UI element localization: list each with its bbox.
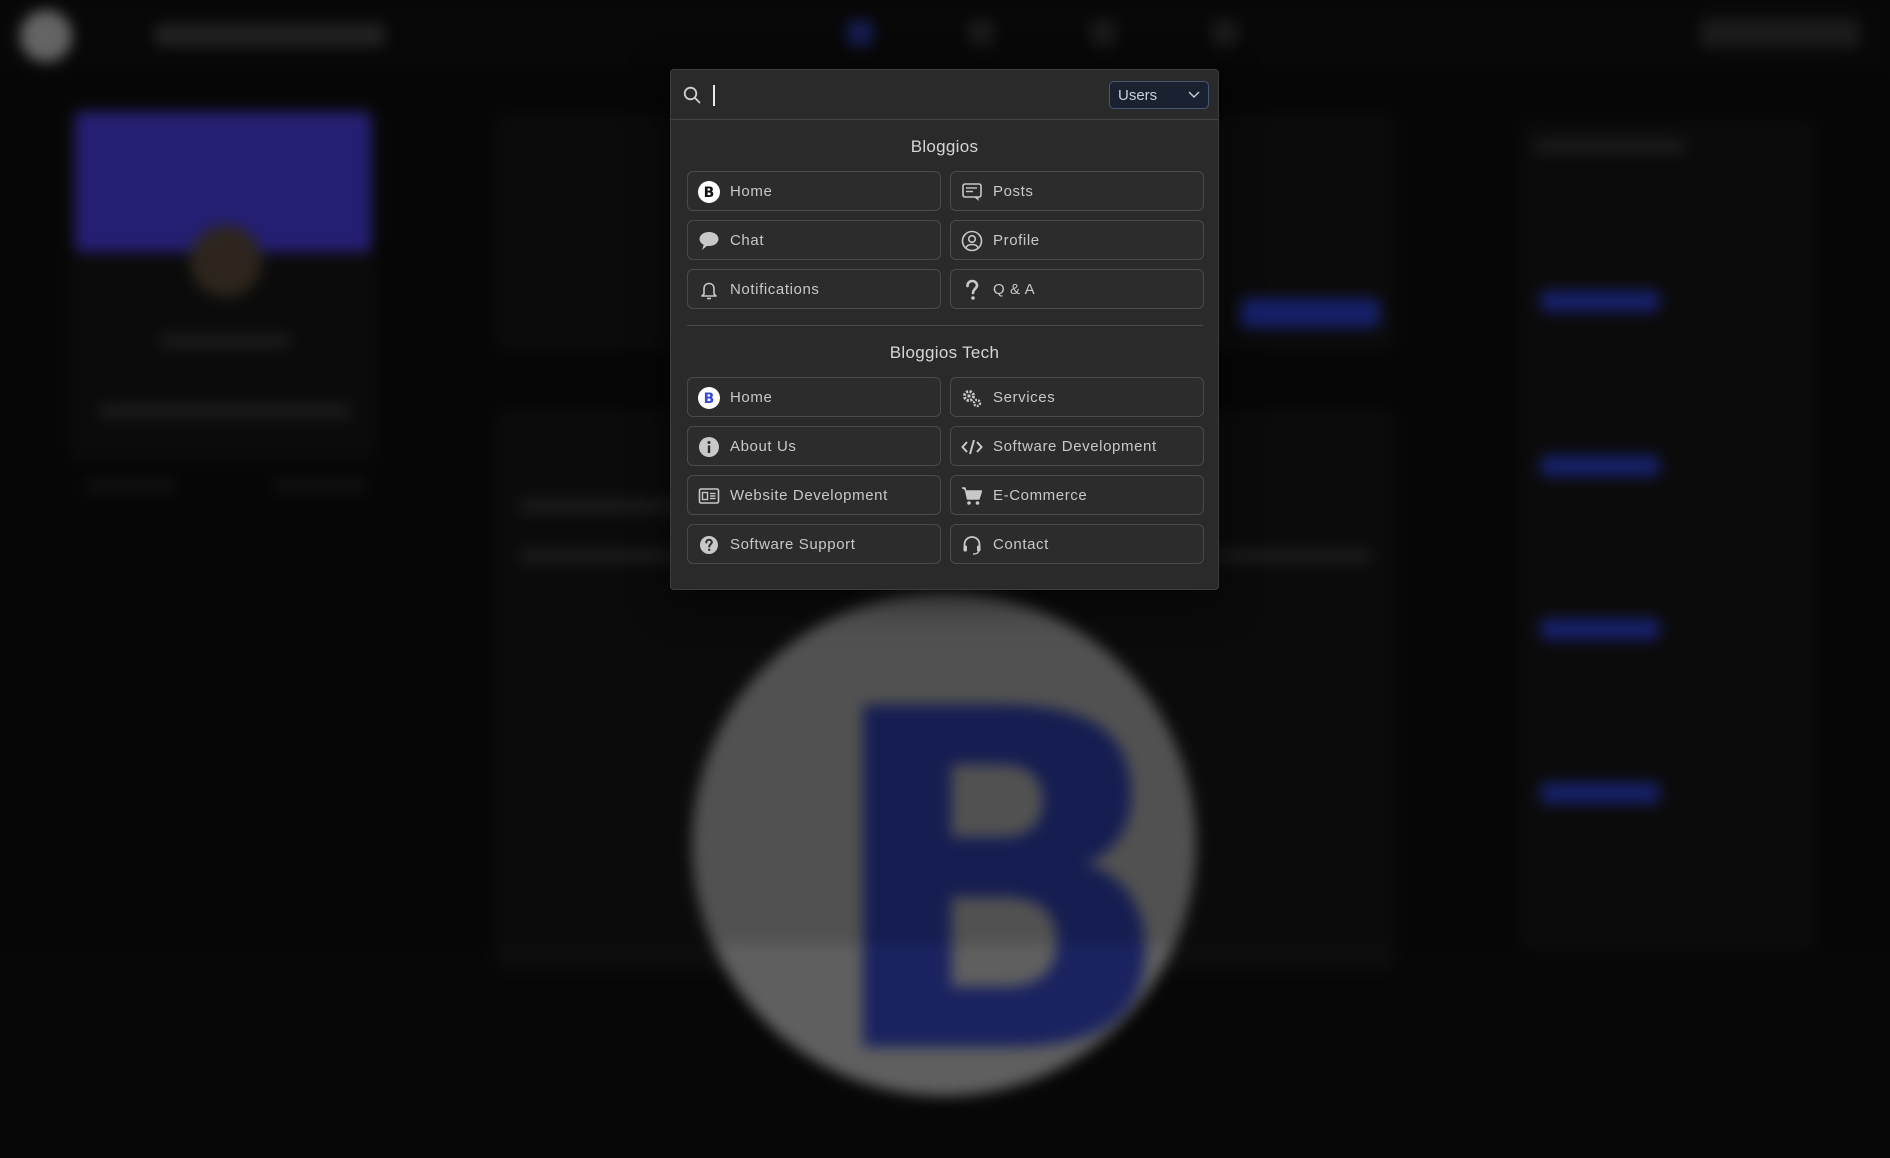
question-circle-icon — [700, 536, 718, 554]
user-circle-icon — [961, 230, 983, 252]
info-icon — [699, 437, 719, 457]
link-tech-home[interactable]: B Home — [687, 377, 941, 417]
link-bloggios-notifications[interactable]: Notifications — [687, 269, 941, 309]
link-bloggios-home[interactable]: B Home — [687, 171, 941, 211]
link-label: Home — [730, 183, 773, 200]
link-label: E-Commerce — [993, 487, 1088, 504]
link-label: Profile — [993, 232, 1040, 249]
search-modal: Users Bloggios B Home Posts Chat Profile… — [670, 69, 1219, 590]
cart-icon — [962, 487, 983, 505]
link-label: Software Support — [730, 536, 856, 553]
link-bloggios-qa[interactable]: Q & A — [950, 269, 1204, 309]
link-label: Services — [993, 389, 1056, 406]
search-icon — [683, 86, 701, 104]
link-label: Q & A — [993, 281, 1036, 298]
bloggios-logo-icon: B — [698, 181, 720, 203]
svg-text:B: B — [704, 185, 715, 201]
link-label: Website Development — [730, 487, 888, 504]
svg-text:B: B — [704, 391, 715, 407]
chevron-down-icon — [1188, 91, 1200, 98]
chat-bubble-icon — [699, 232, 719, 250]
search-scope-select[interactable]: Users — [1109, 81, 1209, 109]
link-label: Notifications — [730, 281, 820, 298]
link-label: Software Development — [993, 438, 1157, 455]
link-bloggios-chat[interactable]: Chat — [687, 220, 941, 260]
link-bloggios-profile[interactable]: Profile — [950, 220, 1204, 260]
text-caret — [713, 85, 715, 106]
search-scope-value: Users — [1118, 87, 1158, 104]
link-tech-services[interactable]: Services — [950, 377, 1204, 417]
link-label: Contact — [993, 536, 1049, 553]
section-divider — [687, 325, 1203, 326]
link-label: About Us — [730, 438, 797, 455]
link-tech-about-us[interactable]: About Us — [687, 426, 941, 466]
link-label: Home — [730, 389, 773, 406]
link-tech-software-support[interactable]: Software Support — [687, 524, 941, 564]
code-icon — [961, 439, 983, 455]
search-input[interactable] — [711, 80, 1055, 112]
gears-icon — [963, 390, 982, 408]
link-tech-contact[interactable]: Contact — [950, 524, 1204, 564]
posts-icon — [962, 183, 982, 201]
website-icon — [698, 488, 720, 504]
link-label: Chat — [730, 232, 765, 249]
headset-icon — [963, 536, 981, 555]
question-mark-icon — [966, 279, 979, 300]
link-tech-website-development[interactable]: Website Development — [687, 475, 941, 515]
bell-icon — [701, 282, 717, 300]
bloggios-tech-logo-icon: B — [698, 387, 720, 409]
section-title-bloggios: Bloggios — [910, 137, 979, 156]
link-tech-ecommerce[interactable]: E-Commerce — [950, 475, 1204, 515]
link-bloggios-posts[interactable]: Posts — [950, 171, 1204, 211]
link-tech-software-development[interactable]: Software Development — [950, 426, 1204, 466]
link-label: Posts — [993, 183, 1034, 200]
section-title-bloggios-tech: Bloggios Tech — [889, 343, 1000, 362]
search-bar: Users — [671, 70, 1218, 120]
